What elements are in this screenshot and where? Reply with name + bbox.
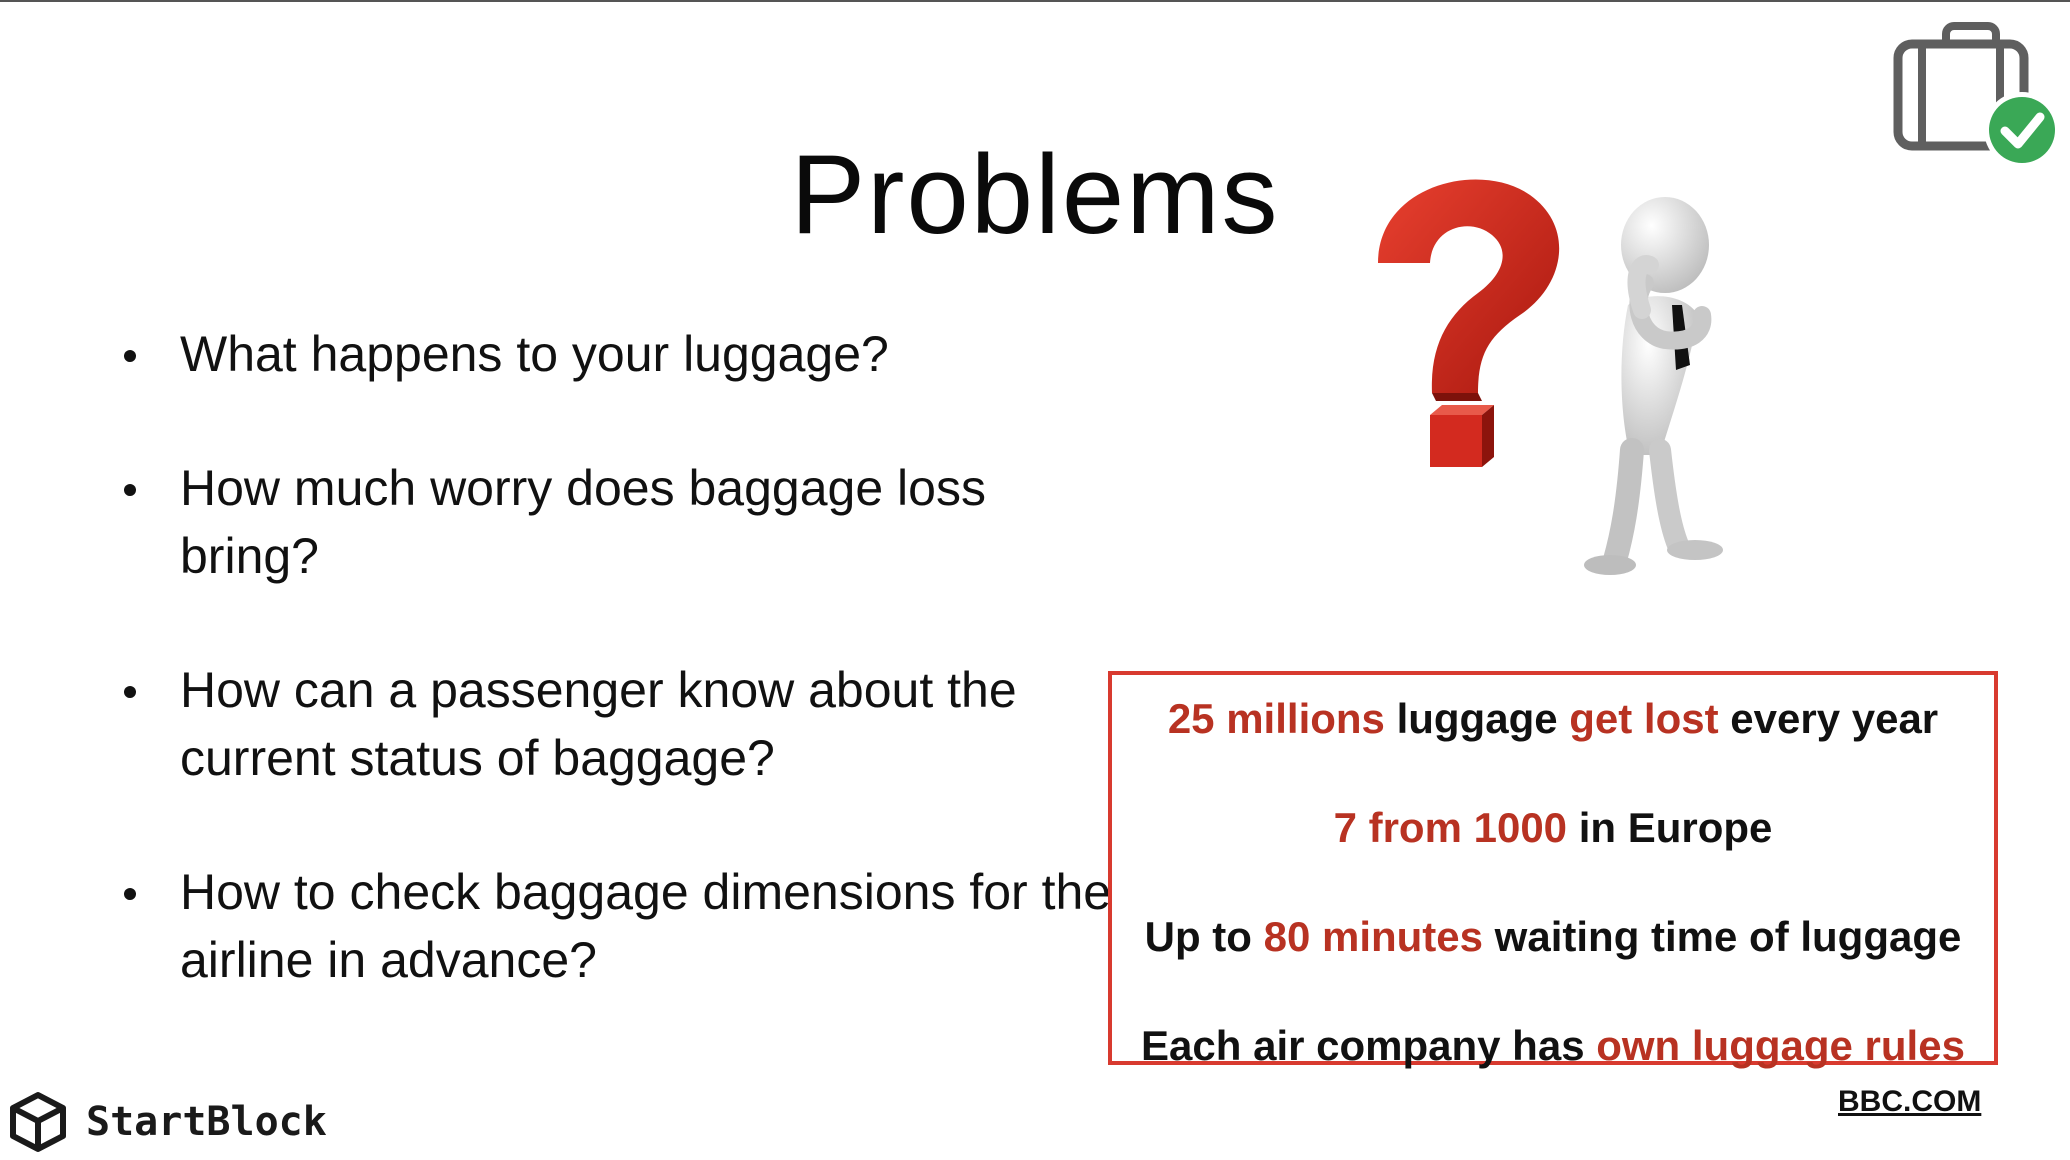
bullet-item: How can a passenger know about the curre… xyxy=(120,656,1100,792)
stat-waiting-time: Up to 80 minutes waiting time of luggage xyxy=(1144,913,1962,960)
stat-lost-per-year: 25 millions luggage get lost every year xyxy=(1167,695,1939,742)
question-mark-figure-icon xyxy=(1378,179,1723,575)
problem-list: What happens to your luggage? How much w… xyxy=(120,320,1111,994)
bullet-item: How much worry does baggage loss bring? xyxy=(120,454,1080,590)
stat-luggage-rules: Each air company has own luggage rules xyxy=(1141,1022,1965,1069)
luggage-check-icon xyxy=(1893,22,2060,168)
bullet-item: What happens to your luggage? xyxy=(120,320,1080,388)
statistics-box: 25 millions luggage get lost every year … xyxy=(1108,671,1998,1069)
cube-icon xyxy=(10,1092,66,1152)
bullet-item: How to check baggage dimensions for the … xyxy=(120,858,1140,994)
brand-logo: StartBlock xyxy=(8,1090,327,1154)
brand-name: StartBlock xyxy=(86,1099,327,1145)
top-rule xyxy=(0,0,2070,2)
stat-europe: 7 from 1000 in Europe xyxy=(1333,804,1773,851)
source-link[interactable]: BBC.COM xyxy=(1838,1085,1981,1119)
